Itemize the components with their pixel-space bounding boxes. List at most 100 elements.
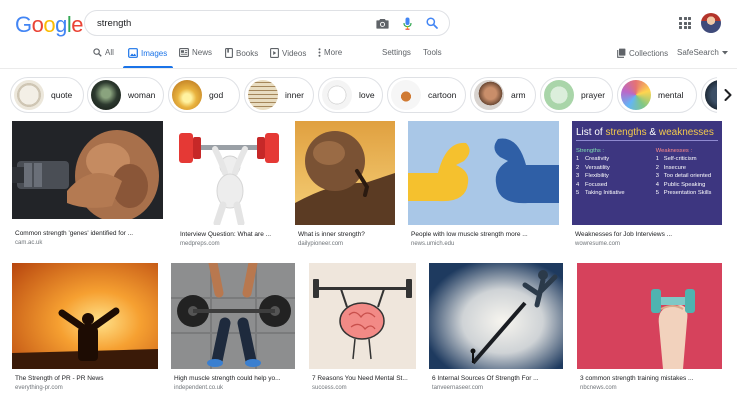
result-caption: High muscle strength could help yo...: [174, 375, 281, 382]
search-tabs: All Images News Books Videos More Settin…: [0, 44, 737, 69]
tab-images[interactable]: Images: [128, 48, 167, 58]
divider: [0, 68, 737, 69]
slide-item-number: 5: [576, 190, 580, 197]
news-icon: [179, 48, 189, 57]
tab-tools[interactable]: Tools: [423, 48, 442, 57]
slide-list: 1 Creativity 2 Versatility 3 Flexibility 4F…: [576, 155, 656, 197]
slide-item-text: Taking Initiative: [585, 190, 625, 197]
result-image: [177, 121, 281, 225]
result-image: List of strengths & weaknesses Strengths…: [572, 121, 722, 225]
slide-item-text: Focused: [585, 181, 608, 188]
slide-item-number: 2: [576, 164, 580, 171]
result-source: tanveernaseer.com: [432, 385, 484, 391]
result-image: [171, 263, 295, 369]
tab-books[interactable]: Books: [225, 48, 258, 58]
tab-label: All: [105, 48, 114, 57]
slide-title: List of strengths & weaknesses: [576, 127, 718, 141]
image-result[interactable]: What is inner strength? dailypioneer.com: [295, 121, 395, 250]
slide-item-text: Insecure: [663, 164, 686, 171]
slide-list-item: 1 Creativity: [576, 155, 656, 163]
tab-label: Books: [236, 48, 259, 58]
slide-item-text: Presentation Skills: [663, 190, 712, 197]
result-source: nbcnews.com: [580, 385, 617, 391]
result-image: [309, 263, 416, 369]
slide-title-text: weaknesses: [658, 127, 714, 138]
result-source: wowresume.com: [575, 241, 621, 247]
video-icon: [270, 48, 279, 58]
result-image: [577, 263, 722, 369]
camera-icon[interactable]: [375, 16, 389, 30]
slide-list-item: 3 Too detail oriented: [656, 172, 718, 180]
safesearch-dropdown[interactable]: SafeSearch: [677, 48, 728, 57]
caret-down-icon: [721, 50, 728, 54]
chip-inner[interactable]: inner: [244, 77, 314, 113]
slide-item-number: 4: [576, 181, 580, 188]
result-source: news.umich.edu: [411, 241, 455, 247]
result-source: medpreps.com: [180, 241, 220, 247]
result-source: success.com: [312, 385, 347, 391]
slide-item-number: 3: [576, 173, 580, 180]
slide-item-text: Creativity: [585, 156, 610, 163]
slide-item-text: Self-criticism: [663, 156, 697, 163]
search-box[interactable]: [84, 10, 450, 36]
chip-love[interactable]: love: [318, 77, 383, 113]
slide-item-text: Too detail oriented: [663, 173, 712, 180]
slide-list: 1 Self-criticism 2 Insecure 3 Too detail or…: [656, 155, 718, 197]
collections-button[interactable]: Collections: [617, 48, 668, 58]
slide-item-text: Flexibility: [585, 173, 609, 180]
google-logo[interactable]: Google: [15, 12, 84, 38]
chip-label: love: [359, 90, 375, 100]
chips-next-button[interactable]: [717, 77, 737, 113]
result-image: [12, 121, 163, 219]
image-result[interactable]: 7 Reasons You Need Mental St... success.…: [309, 263, 416, 395]
chip-woman[interactable]: woman: [87, 77, 164, 113]
slide-heading: Strengths :: [576, 148, 605, 154]
result-image: [12, 263, 158, 369]
image-result[interactable]: People with low muscle strength more ...…: [408, 121, 559, 250]
result-source: cam.ac.uk: [15, 240, 43, 246]
book-icon: [225, 48, 233, 58]
tab-news[interactable]: News: [179, 48, 212, 57]
chip-quote[interactable]: quote: [10, 77, 84, 113]
chip-arm[interactable]: arm: [470, 77, 536, 113]
image-result[interactable]: High muscle strength could help yo... in…: [171, 263, 295, 395]
tab-label: Tools: [423, 48, 442, 57]
chip-thumbnail: [544, 80, 574, 110]
result-source: everything-pr.com: [15, 385, 63, 391]
chip-label: prayer: [581, 90, 606, 100]
result-caption: 3 common strength training mistakes ...: [580, 375, 694, 382]
tab-more[interactable]: More: [318, 48, 342, 57]
image-result[interactable]: 6 Internal Sources Of Strength For ... t…: [429, 263, 563, 395]
search-icon[interactable]: [425, 16, 439, 30]
tab-all[interactable]: All: [93, 48, 114, 57]
image-result[interactable]: 3 common strength training mistakes ... …: [577, 263, 722, 395]
result-source: dailypioneer.com: [298, 241, 344, 247]
search-icon: [93, 48, 102, 57]
logo-letter: o: [31, 12, 44, 37]
chip-thumbnail: [322, 80, 352, 110]
slide-list-item: 5 Presentation Skills: [656, 189, 718, 197]
slide-title-text: &: [646, 127, 659, 138]
chip-mental[interactable]: mental: [617, 77, 697, 113]
tab-videos[interactable]: Videos: [270, 48, 306, 58]
chip-label: mental: [658, 90, 684, 100]
chip-cartoon[interactable]: cartoon: [387, 77, 466, 113]
microphone-icon[interactable]: [400, 16, 414, 30]
chip-prayer[interactable]: prayer: [540, 77, 613, 113]
image-result[interactable]: The Strength of PR - PR News everything-…: [12, 263, 158, 395]
slide-item-number: 1: [655, 156, 659, 163]
search-input[interactable]: [97, 17, 364, 29]
image-result[interactable]: Interview Question: What are ... medprep…: [177, 121, 281, 250]
chip-label: woman: [128, 90, 156, 100]
tab-settings[interactable]: Settings: [382, 48, 411, 57]
logo-letter: o: [43, 12, 56, 37]
apps-icon[interactable]: [679, 17, 691, 29]
chip-god[interactable]: god: [168, 77, 240, 113]
avatar[interactable]: [701, 13, 721, 33]
result-source: independent.co.uk: [174, 385, 224, 391]
image-result[interactable]: Common strength 'genes' identified for .…: [12, 121, 163, 250]
image-result[interactable]: List of strengths & weaknesses Strengths…: [572, 121, 722, 250]
result-caption: What is inner strength?: [298, 231, 365, 238]
tab-label: Images: [141, 48, 168, 58]
result-image: [429, 263, 563, 369]
